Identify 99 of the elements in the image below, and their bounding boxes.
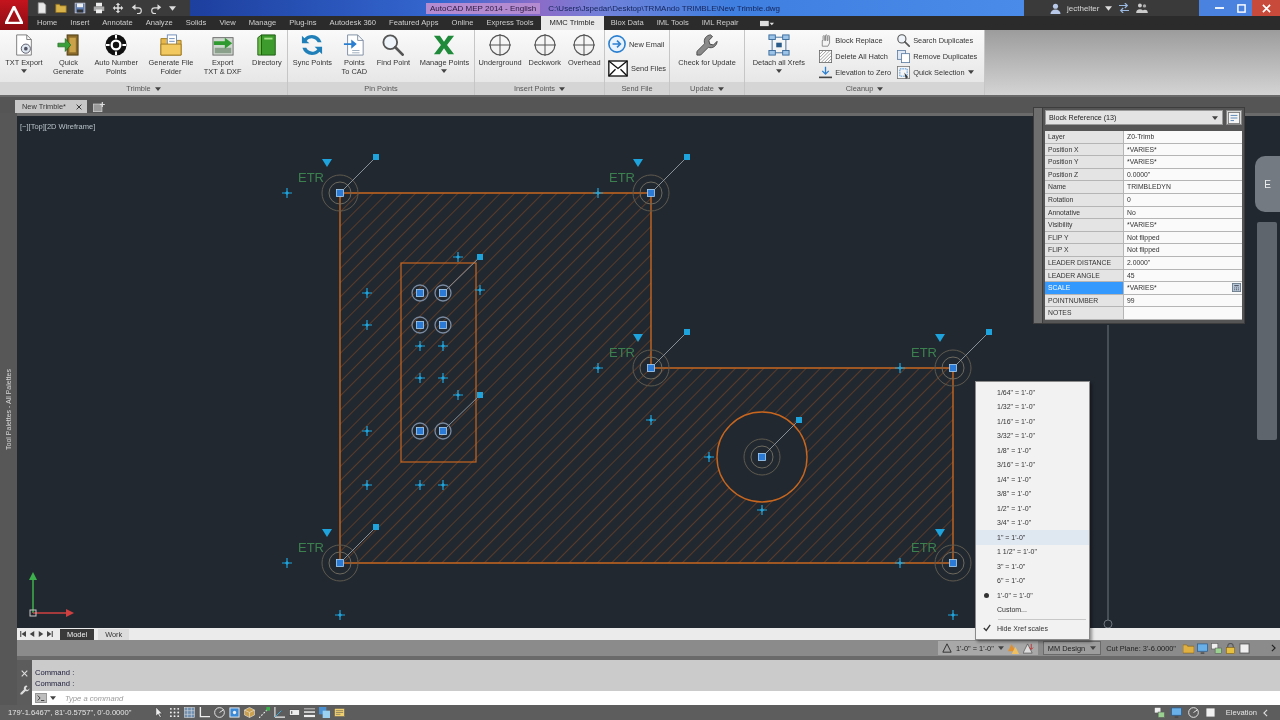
polar-icon[interactable] [1187,707,1199,718]
windows-icon[interactable] [1153,707,1165,718]
target-square-icon[interactable] [229,707,240,718]
person-icon[interactable] [1050,2,1061,14]
exchange-icon[interactable] [1118,3,1131,13]
redo-icon[interactable] [150,2,162,14]
screen-icon[interactable] [1197,642,1208,654]
axes-icon[interactable] [274,707,285,718]
document-icon[interactable] [36,2,48,14]
caret-icon [1090,646,1097,650]
x-mark-icon [433,34,456,56]
ring-icon [105,34,128,56]
caret-icon [154,86,161,91]
select-list-icon [1228,111,1240,124]
caret-icon [775,69,782,73]
prompt-icon[interactable] [35,693,47,703]
caret-icon [717,86,724,91]
wrench-icon[interactable] [19,685,30,695]
overlapping-squares-icon[interactable] [319,707,330,718]
leader-line [956,329,992,365]
input-box-icon[interactable] [289,707,300,718]
caret-icon [967,70,974,74]
triangle-arrow-icon[interactable] [1022,642,1034,654]
people-icon[interactable] [1136,3,1149,13]
quick-select-button[interactable] [1226,110,1242,125]
viewcube[interactable]: E [1255,156,1280,212]
screen-icon[interactable] [1170,707,1182,718]
app-menu-button[interactable] [0,0,28,30]
wrench-icon [696,34,718,56]
line-weight-icon[interactable] [304,707,315,718]
caret-icon [877,86,884,91]
network-icon [767,34,790,56]
cube-icon[interactable] [244,707,255,718]
hand-icon [819,33,833,47]
user-name[interactable]: jecthelter [1067,3,1100,13]
caret-icon[interactable] [1105,5,1113,11]
cursor-icon[interactable] [154,707,165,718]
save-icon[interactable] [74,2,86,14]
caret-icon [1212,115,1218,120]
undo-icon[interactable] [131,2,143,14]
point-label: ETR [298,170,324,185]
hatch-icon [819,49,833,63]
maximize-icon [1236,3,1246,13]
last-arrow-icon[interactable] [47,631,53,637]
book-icon [255,34,278,56]
dots-icon[interactable] [169,707,180,718]
sync-icon [301,34,324,56]
envelope-icon [608,59,629,77]
crosshair-icon [489,34,512,56]
sheets-icon [897,49,911,63]
crosshair-icon [533,34,556,56]
close-icon [1261,3,1271,13]
windows-icon[interactable] [1211,642,1222,654]
folder-icon[interactable] [55,2,67,14]
right-angle-icon[interactable] [199,707,210,718]
ucs-axes-icon [29,572,74,617]
crosshair-icon [573,34,596,56]
polar-icon[interactable] [214,707,225,718]
window-title: AutoCAD MEP 2014 - English [426,2,541,14]
caret-icon[interactable] [169,5,176,11]
caret-icon[interactable] [50,696,56,700]
chevron-left-icon[interactable] [1263,708,1268,717]
down-arrow-icon [819,65,833,79]
chevron-right-icon[interactable] [1271,644,1276,652]
search-icon [382,34,405,56]
panel-toggle-icon[interactable] [759,19,774,27]
dashed-line-icon[interactable] [259,707,270,718]
search-icon [897,33,911,47]
first-arrow-icon[interactable] [20,631,26,637]
folder-icon [159,34,182,56]
file-path: C:\Users\Jspedar\Desktop\TRMAndo TRIMBLE\New Trimble.dwg [548,3,781,13]
triangle-icon[interactable] [942,643,952,653]
move-arrows-icon[interactable] [112,2,124,14]
square-icon[interactable] [1204,707,1216,718]
minimize-icon [1214,7,1224,9]
leader-line [343,154,379,190]
arrow-into-box-icon [57,34,80,56]
new-tab-icon[interactable] [92,101,105,112]
triangle-logo-icon [5,6,23,24]
panel-icon[interactable] [334,707,345,718]
caret-icon[interactable] [997,646,1004,650]
document-arrow-icon [343,34,366,56]
close-button[interactable] [1252,0,1280,16]
leader-line [654,154,690,190]
caret-icon [441,69,448,73]
caret-icon [20,69,27,73]
close-icon[interactable] [75,103,82,110]
right-arrow-icon[interactable] [38,631,44,637]
calculator-icon [1231,283,1241,293]
property-value-field[interactable] [1124,307,1242,319]
left-arrow-icon[interactable] [29,631,35,637]
printer-icon[interactable] [93,2,105,14]
selection-icon [897,65,911,79]
command-line-handle[interactable] [17,660,32,705]
square-icon[interactable] [1239,642,1250,654]
caret-icon [559,86,566,91]
point-label: ETR [609,170,635,185]
lock-icon[interactable] [1225,642,1236,654]
calculator-button[interactable] [1230,282,1242,294]
